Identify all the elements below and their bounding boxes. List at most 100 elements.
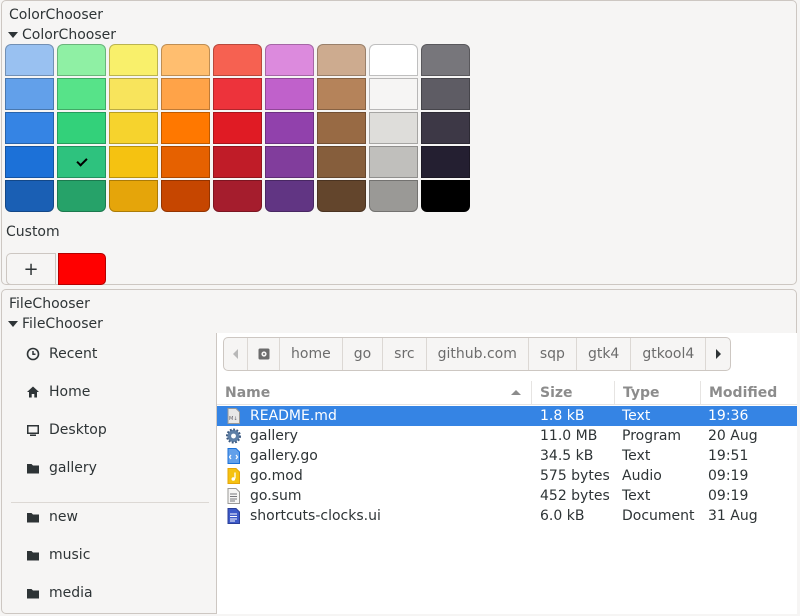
color-swatch[interactable] [161,146,210,178]
path-segment-gtk4[interactable]: gtk4 [577,338,632,370]
column-header-size[interactable]: Size [532,381,615,404]
file-modified: 31 Aug [708,508,758,524]
file-row-readme[interactable]: M↓ README.md 1.8 kB Text 19:36 [217,406,797,426]
color-swatch[interactable] [5,146,54,178]
file-list-header: Name Size Type Modified [217,381,797,405]
color-swatch[interactable] [265,146,314,178]
file-row-gallery-go[interactable]: gallery.go 34.5 kB Text 19:51 [217,446,797,466]
color-swatch[interactable] [109,78,158,110]
color-swatch[interactable] [265,44,314,76]
color-swatch[interactable] [161,44,210,76]
color-swatch[interactable] [57,78,106,110]
color-swatch[interactable] [421,44,470,76]
color-chooser-frame-title: ColorChooser [9,7,103,23]
color-swatch[interactable] [57,44,106,76]
file-row-go-sum[interactable]: go.sum 452 bytes Text 09:19 [217,486,797,506]
file-row-shortcuts-clocks[interactable]: shortcuts-clocks.ui 6.0 kB Document 31 A… [217,506,797,526]
color-swatch[interactable] [161,180,210,212]
file-modified: 20 Aug [708,428,758,444]
color-swatch[interactable] [213,180,262,212]
path-segment-gtkool4[interactable]: gtkool4 [631,338,707,370]
color-swatch[interactable] [5,44,54,76]
source-code-file-icon [227,448,240,464]
color-swatch[interactable] [421,180,470,212]
place-desktop[interactable]: Desktop [3,411,216,449]
color-swatch[interactable] [317,146,366,178]
column-header-label: Size [540,384,573,401]
file-type: Document [622,508,695,524]
path-segment-home[interactable]: home [280,338,343,370]
color-chooser-expander[interactable]: ColorChooser [8,27,116,43]
plus-icon: + [23,258,39,280]
path-segment-github[interactable]: github.com [427,338,529,370]
color-swatch[interactable] [265,112,314,144]
bookmark-label: media [49,585,93,601]
color-swatch[interactable] [109,180,158,212]
place-gallery[interactable]: gallery [3,449,216,487]
color-swatch[interactable] [317,180,366,212]
color-swatch[interactable] [317,112,366,144]
color-swatch[interactable] [213,44,262,76]
color-swatch[interactable] [161,112,210,144]
column-header-modified[interactable]: Modified [701,381,797,404]
column-header-label: Modified [709,384,778,401]
color-swatch[interactable] [421,146,470,178]
color-swatch[interactable] [317,78,366,110]
color-swatch[interactable] [57,180,106,212]
column-header-name[interactable]: Name [217,381,532,404]
expander-arrow-down-icon [8,32,18,38]
color-swatch[interactable] [369,44,418,76]
folder-icon [25,585,41,601]
path-segment-go[interactable]: go [343,338,384,370]
path-scroll-right-button[interactable] [706,338,730,370]
color-swatch[interactable] [213,146,262,178]
color-swatch[interactable] [109,146,158,178]
bookmark-new[interactable]: new [3,498,216,536]
path-scroll-left-button[interactable] [224,338,248,370]
color-swatch[interactable] [369,78,418,110]
column-header-label: Name [225,384,271,401]
color-swatch[interactable] [265,78,314,110]
color-swatch[interactable] [109,112,158,144]
color-swatch[interactable] [57,112,106,144]
file-modified: 19:36 [708,408,749,424]
color-swatch[interactable] [213,112,262,144]
place-home[interactable]: Home [3,373,216,411]
color-swatch[interactable] [421,78,470,110]
file-type: Text [622,488,651,504]
color-chooser-frame: ColorChooser ColorChooser Custom + [1,0,797,285]
color-swatch[interactable] [265,180,314,212]
color-swatch[interactable] [317,44,366,76]
custom-color-swatch[interactable] [58,253,106,285]
place-label: Recent [49,346,98,362]
color-swatch[interactable] [213,78,262,110]
color-swatch[interactable] [369,112,418,144]
color-swatch[interactable] [109,44,158,76]
color-swatch[interactable] [5,112,54,144]
file-name: go.mod [250,468,303,484]
file-modified: 19:51 [708,448,749,464]
file-size: 11.0 MB [540,428,598,444]
file-chooser-expander[interactable]: FileChooser [8,316,103,332]
color-swatch[interactable] [369,180,418,212]
column-header-type[interactable]: Type [615,381,701,404]
clock-icon [25,346,41,362]
bookmark-media[interactable]: media [3,574,216,612]
file-name: gallery [250,428,298,444]
path-segment-src[interactable]: src [383,338,427,370]
color-swatch[interactable] [161,78,210,110]
color-swatch[interactable] [369,146,418,178]
color-swatch[interactable] [5,78,54,110]
color-swatch[interactable] [57,146,106,178]
color-swatch[interactable] [5,180,54,212]
bookmark-music[interactable]: music [3,536,216,574]
place-label: Home [49,384,91,400]
path-root-button[interactable] [248,338,280,370]
file-row-go-mod[interactable]: go.mod 575 bytes Audio 09:19 [217,466,797,486]
add-custom-color-button[interactable]: + [6,253,56,285]
place-recent[interactable]: Recent [3,335,216,373]
color-swatch[interactable] [421,112,470,144]
folder-icon [25,509,41,525]
file-row-gallery[interactable]: gallery 11.0 MB Program 20 Aug [217,426,797,446]
path-segment-sqp[interactable]: sqp [529,338,577,370]
